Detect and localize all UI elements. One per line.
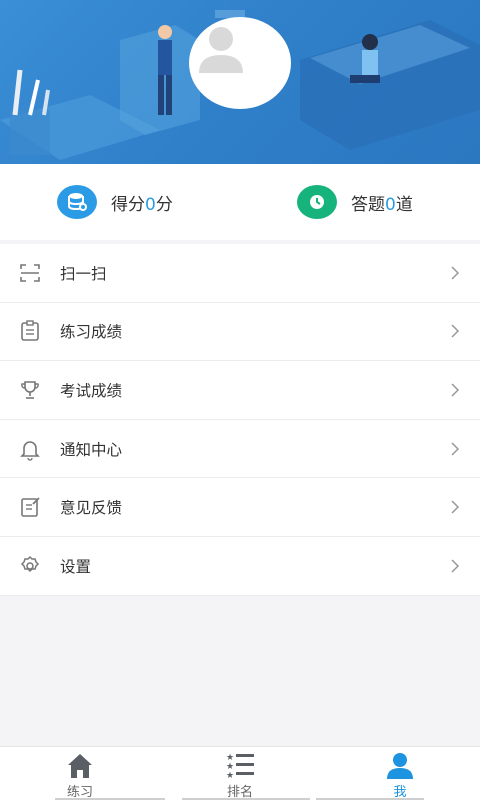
menu-item-label: 意见反馈 xyxy=(60,499,123,518)
database-icon xyxy=(57,185,97,219)
chevron-right-icon xyxy=(451,266,460,280)
menu-item-label: 考试成绩 xyxy=(60,381,123,400)
menu-item-label: 设置 xyxy=(60,557,92,576)
scan-icon xyxy=(20,263,40,282)
answered-value: 0 xyxy=(385,194,396,215)
avatar[interactable] xyxy=(189,17,291,109)
user-avatar-icon xyxy=(199,27,243,73)
answered-label: 答题0道 xyxy=(351,194,413,215)
chevron-right-icon xyxy=(451,500,460,514)
tab-me[interactable]: 我 xyxy=(320,747,480,800)
answered-stat[interactable]: 答题0道 xyxy=(297,184,413,220)
menu-item-feedback[interactable]: 意见反馈 xyxy=(0,478,480,537)
score-label: 得分0分 xyxy=(111,194,173,215)
chevron-right-icon xyxy=(451,324,460,338)
menu-item-label: 扫一扫 xyxy=(60,264,107,283)
clock-icon xyxy=(297,185,337,219)
profile-banner xyxy=(0,0,480,164)
menu-item-exam-scores[interactable]: 考试成绩 xyxy=(0,361,480,420)
chevron-right-icon xyxy=(451,559,460,573)
stats-bar: 得分0分 答题0道 xyxy=(0,164,480,240)
chevron-right-icon xyxy=(451,383,460,397)
clipboard-icon xyxy=(21,320,39,342)
score-stat[interactable]: 得分0分 xyxy=(57,184,173,220)
menu-item-notifications[interactable]: 通知中心 xyxy=(0,420,480,479)
menu-item-settings[interactable]: 设置 xyxy=(0,537,480,596)
gear-icon xyxy=(20,555,40,572)
bell-icon xyxy=(20,440,40,461)
menu-item-label: 通知中心 xyxy=(60,440,123,459)
trophy-icon xyxy=(21,381,39,399)
svg-text:★: ★ xyxy=(226,771,234,780)
tab-ranking[interactable]: ★ ★ ★ 排名 xyxy=(160,747,320,800)
chevron-right-icon xyxy=(451,442,460,456)
user-icon xyxy=(387,753,413,779)
feedback-icon xyxy=(21,497,40,517)
tab-practice[interactable]: 练习 xyxy=(0,747,160,800)
menu-item-practice-scores[interactable]: 练习成绩 xyxy=(0,303,480,362)
home-icon xyxy=(68,754,92,778)
bottom-tab-bar: 练习 ★ ★ ★ 排名 我 xyxy=(0,746,480,800)
menu-item-label: 练习成绩 xyxy=(60,323,123,342)
menu-item-scan[interactable]: 扫一扫 xyxy=(0,244,480,303)
list-icon: ★ ★ ★ xyxy=(226,753,254,780)
menu-list: 扫一扫 练习成绩 考试成绩 通知中心 意见反馈 设置 xyxy=(0,244,480,596)
score-value: 0 xyxy=(145,194,156,215)
